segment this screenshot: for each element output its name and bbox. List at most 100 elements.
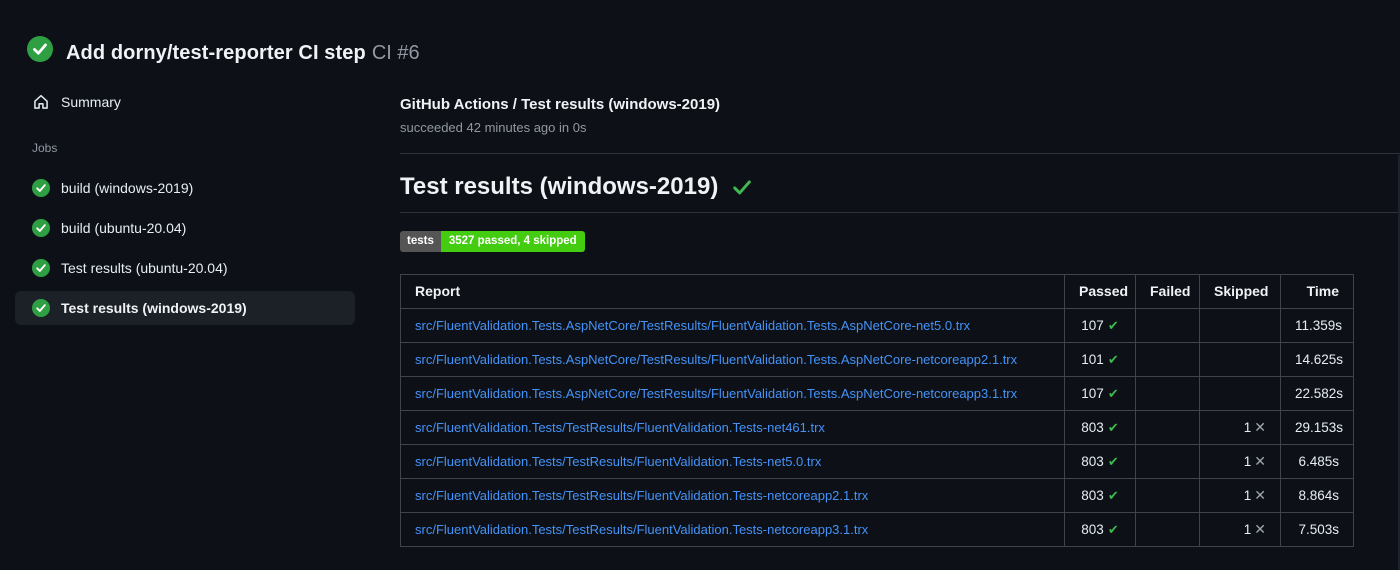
check-run-title: GitHub Actions / Test results (windows-2… xyxy=(400,96,721,113)
check-icon: ✔ xyxy=(1107,386,1119,401)
check-icon: ✔ xyxy=(1107,352,1119,367)
check-icon: ✔ xyxy=(1107,488,1119,503)
table-row: src/FluentValidation.Tests.AspNetCore/Te… xyxy=(400,342,1354,377)
table-row: src/FluentValidation.Tests/TestResults/F… xyxy=(400,512,1354,547)
check-icon: ✔ xyxy=(1107,522,1119,537)
report-link[interactable]: src/FluentValidation.Tests.AspNetCore/Te… xyxy=(415,352,1017,367)
home-icon xyxy=(32,93,50,111)
time-cell: 6.485s xyxy=(1280,444,1354,479)
job-label: Test results (ubuntu-20.04) xyxy=(61,260,228,276)
check-icon: ✔ xyxy=(1107,420,1119,435)
workflow-run-page: Add dorny/test-reporter CI step CI #6 Sum… xyxy=(0,0,1400,570)
skipped-count: 1 xyxy=(1243,522,1252,537)
report-link[interactable]: src/FluentValidation.Tests/TestResults/F… xyxy=(415,522,868,537)
passed-count: 803 xyxy=(1081,420,1104,435)
job-label: Test results (windows-2019) xyxy=(61,300,247,316)
layout: Summary Jobs build (windows-2019) build (… xyxy=(0,83,1400,547)
job-label: build (windows-2019) xyxy=(61,180,194,196)
time-cell: 29.153s xyxy=(1280,410,1354,445)
check-circle-icon xyxy=(32,219,50,237)
job-label: build (ubuntu-20.04) xyxy=(61,220,187,236)
skipped-cell xyxy=(1199,376,1281,411)
passed-count: 803 xyxy=(1081,454,1104,469)
failed-cell xyxy=(1135,376,1200,411)
sidebar-item-job[interactable]: Test results (windows-2019) xyxy=(15,291,355,325)
tests-badge: tests 3527 passed, 4 skipped xyxy=(400,231,585,252)
passed-count: 107 xyxy=(1081,318,1104,333)
passed-count: 107 xyxy=(1081,386,1104,401)
x-icon: ✕ xyxy=(1254,453,1266,469)
failed-cell xyxy=(1135,444,1200,479)
sidebar-item-summary[interactable]: Summary xyxy=(15,85,355,119)
results-table: Report Passed Failed Skipped Time src/Fluent… xyxy=(400,274,1354,547)
passed-cell: 107 ✔ xyxy=(1064,376,1136,411)
main-content: GitHub Actions / Test results (windows-2… xyxy=(400,83,1400,547)
job-list: build (windows-2019) build (ubuntu-20.04)… xyxy=(15,171,355,325)
run-header: Add dorny/test-reporter CI step CI #6 xyxy=(0,0,1400,67)
table-row: src/FluentValidation.Tests.AspNetCore/Te… xyxy=(400,376,1354,411)
report-link[interactable]: src/FluentValidation.Tests.AspNetCore/Te… xyxy=(415,318,970,333)
check-icon: ✔ xyxy=(1107,318,1119,333)
sidebar-item-job[interactable]: Test results (ubuntu-20.04) xyxy=(15,251,355,285)
table-row: src/FluentValidation.Tests.AspNetCore/Te… xyxy=(400,308,1354,343)
summary-label: Summary xyxy=(61,94,121,110)
check-icon xyxy=(733,180,752,195)
report-cell: src/FluentValidation.Tests/TestResults/F… xyxy=(400,444,1065,479)
time-cell: 22.582s xyxy=(1280,376,1354,411)
failed-cell xyxy=(1135,478,1200,513)
sidebar-item-job[interactable]: build (windows-2019) xyxy=(15,171,355,205)
report-cell: src/FluentValidation.Tests.AspNetCore/Te… xyxy=(400,376,1065,411)
table-row: src/FluentValidation.Tests/TestResults/F… xyxy=(400,478,1354,513)
check-circle-icon xyxy=(32,179,50,197)
passed-count: 803 xyxy=(1081,488,1104,503)
failed-cell xyxy=(1135,308,1200,343)
report-cell: src/FluentValidation.Tests.AspNetCore/Te… xyxy=(400,342,1065,377)
passed-cell: 803 ✔ xyxy=(1064,478,1136,513)
passed-count: 803 xyxy=(1081,522,1104,537)
column-header: Skipped xyxy=(1199,274,1281,309)
passed-cell: 803 ✔ xyxy=(1064,512,1136,547)
skipped-cell: 1 ✕ xyxy=(1199,410,1281,445)
report-cell: src/FluentValidation.Tests/TestResults/F… xyxy=(400,478,1065,513)
report-link[interactable]: src/FluentValidation.Tests/TestResults/F… xyxy=(415,454,821,469)
divider xyxy=(400,153,1400,154)
report-cell: src/FluentValidation.Tests/TestResults/F… xyxy=(400,410,1065,445)
run-title: Add dorny/test-reporter CI step xyxy=(66,42,366,64)
time-cell: 7.503s xyxy=(1280,512,1354,547)
skipped-count: 1 xyxy=(1243,420,1252,435)
section-title: Test results (windows-2019) xyxy=(400,172,1400,213)
skipped-count: 1 xyxy=(1243,488,1252,503)
report-cell: src/FluentValidation.Tests/TestResults/F… xyxy=(400,512,1065,547)
table-header-row: Report Passed Failed Skipped Time xyxy=(400,274,1354,309)
section-title-text: Test results (windows-2019) xyxy=(400,173,719,200)
column-header: Passed xyxy=(1064,274,1136,309)
report-link[interactable]: src/FluentValidation.Tests.AspNetCore/Te… xyxy=(415,386,1017,401)
passed-count: 101 xyxy=(1081,352,1104,367)
check-run-status: succeeded 42 minutes ago in 0s xyxy=(400,120,587,135)
x-icon: ✕ xyxy=(1254,419,1266,435)
skipped-count: 1 xyxy=(1243,454,1252,469)
report-cell: src/FluentValidation.Tests.AspNetCore/Te… xyxy=(400,308,1065,343)
failed-cell xyxy=(1135,512,1200,547)
run-number: CI #6 xyxy=(371,42,420,64)
badge-label: tests xyxy=(400,231,441,252)
table-row: src/FluentValidation.Tests/TestResults/F… xyxy=(400,410,1354,445)
passed-cell: 803 ✔ xyxy=(1064,444,1136,479)
time-cell: 14.625s xyxy=(1280,342,1354,377)
time-cell: 11.359s xyxy=(1280,308,1354,343)
skipped-cell: 1 ✕ xyxy=(1199,444,1281,479)
sidebar-item-job[interactable]: build (ubuntu-20.04) xyxy=(15,211,355,245)
x-icon: ✕ xyxy=(1254,521,1266,537)
check-icon: ✔ xyxy=(1107,454,1119,469)
skipped-cell: 1 ✕ xyxy=(1199,512,1281,547)
report-link[interactable]: src/FluentValidation.Tests/TestResults/F… xyxy=(415,420,825,435)
report-link[interactable]: src/FluentValidation.Tests/TestResults/F… xyxy=(415,488,868,503)
skipped-cell xyxy=(1199,308,1281,343)
passed-cell: 803 ✔ xyxy=(1064,410,1136,445)
column-header: Time xyxy=(1280,274,1354,309)
check-circle-icon xyxy=(27,35,53,62)
check-circle-icon xyxy=(32,259,50,277)
jobs-section-label: Jobs xyxy=(32,141,58,155)
passed-cell: 101 ✔ xyxy=(1064,342,1136,377)
sidebar: Summary Jobs build (windows-2019) build (… xyxy=(0,83,400,547)
